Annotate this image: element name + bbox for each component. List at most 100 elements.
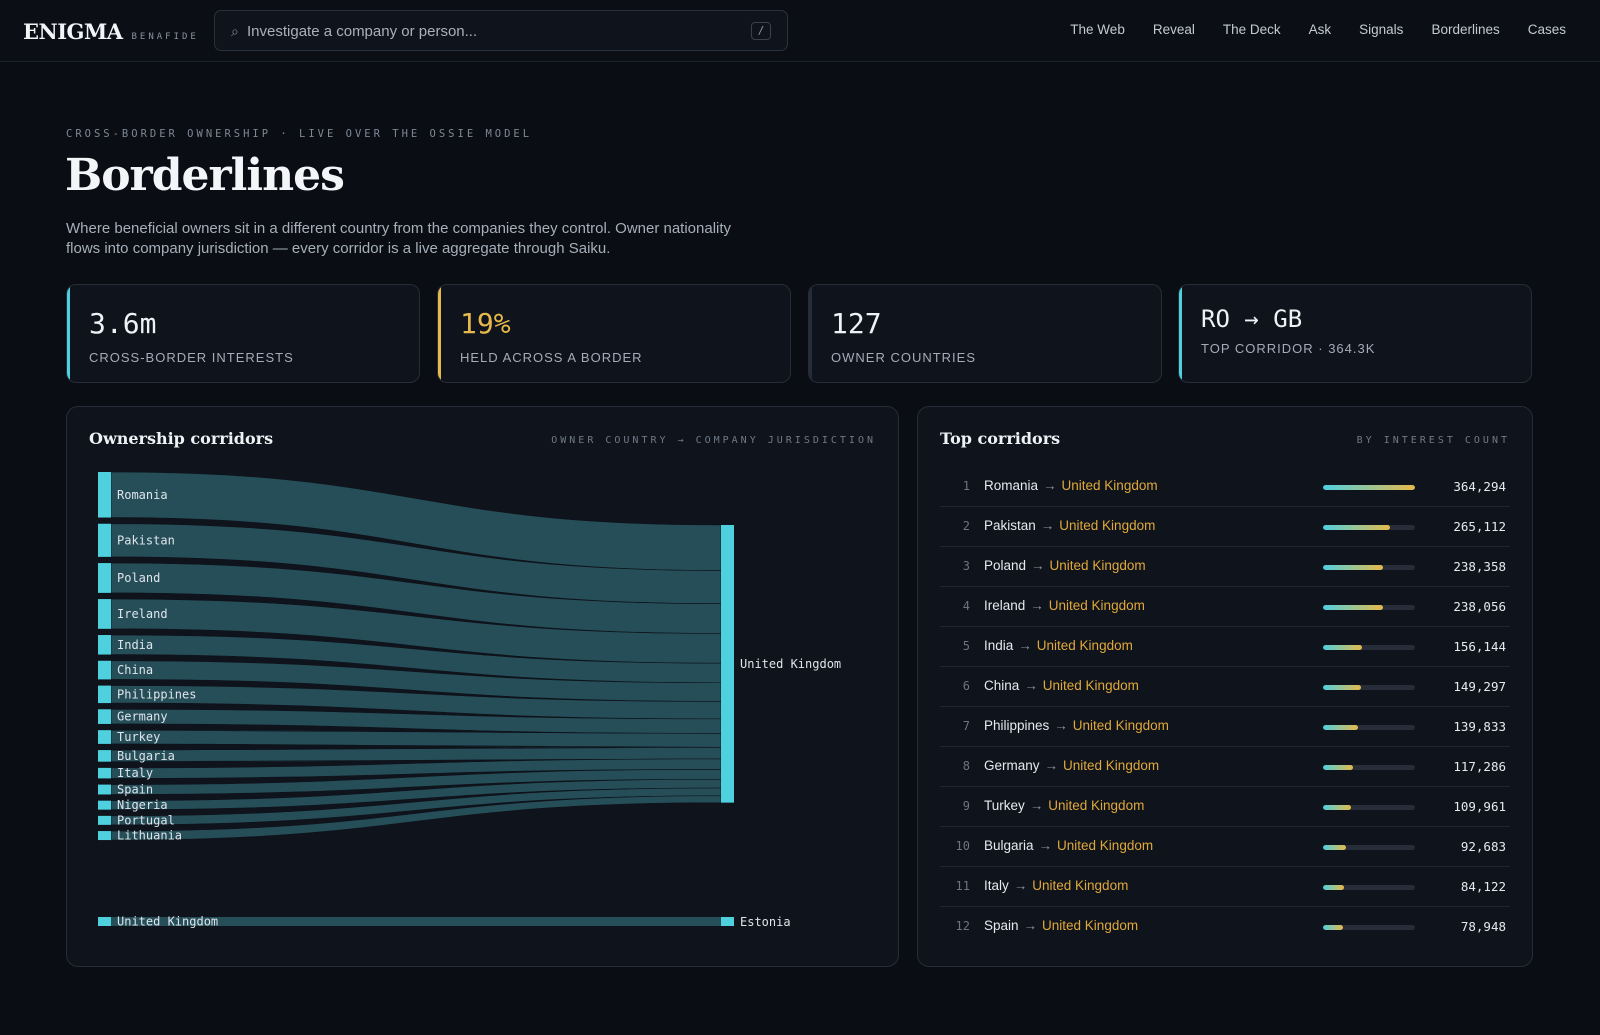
sankey-source-label: Romania [117,488,168,502]
corridor-count: 265,112 [1453,519,1506,534]
corridor-bar-fill [1323,765,1353,770]
sankey-source-node[interactable] [98,523,111,557]
corridor-to: United Kingdom [1042,918,1139,933]
page-eyebrow: CROSS-BORDER OWNERSHIP · LIVE OVER THE O… [66,128,533,140]
corridor-row[interactable]: 10 Bulgaria → United Kingdom 92,683 [940,827,1510,867]
corridor-row[interactable]: 9 Turkey → United Kingdom 109,961 [940,787,1510,827]
sankey-source-label: Lithuania [117,829,182,843]
nav-reveal[interactable]: Reveal [1153,22,1195,37]
corridor-from: Philippines [984,718,1050,733]
corridor-bar-track [1323,645,1415,650]
sankey-target-node[interactable] [721,525,734,803]
main-nav: The Web Reveal The Deck Ask Signals Bord… [1070,22,1566,37]
corridor-from: Pakistan [984,518,1036,533]
nav-cases[interactable]: Cases [1528,22,1566,37]
sankey-source-label: Turkey [117,730,160,744]
sankey-source-node[interactable] [98,730,111,744]
search-box[interactable]: ⌕ / [214,10,788,51]
stat-label: CROSS-BORDER INTERESTS [89,350,294,365]
corridor-to: United Kingdom [1072,718,1169,733]
corridor-bar-fill [1323,485,1415,490]
sankey-source-label: Bulgaria [117,749,175,763]
sankey-source-node[interactable] [98,767,111,779]
corridor-row[interactable]: 7 Philippines → United Kingdom 139,833 [940,707,1510,747]
corridor-count: 92,683 [1460,839,1506,854]
stat-value: 127 [831,307,882,340]
corridor-bar-track [1323,925,1415,930]
stat-label: OWNER COUNTRIES [831,350,976,365]
sankey-source-label: Poland [117,571,160,585]
sankey-source-node[interactable] [98,815,111,825]
sankey-source-node[interactable] [98,800,111,810]
corridor-from: Italy [984,878,1009,893]
corridor-label: Bulgaria → United Kingdom [984,838,1153,853]
sankey-source-label: India [117,638,153,652]
corridor-bar-track [1323,525,1415,530]
corridor-rank: 3 [962,559,970,573]
sankey-source-node[interactable] [98,750,111,762]
corridor-from: Ireland [984,598,1026,613]
search-input[interactable] [247,19,727,43]
sankey-target-node[interactable] [721,917,734,926]
corridor-row[interactable]: 11 Italy → United Kingdom 84,122 [940,867,1510,907]
corridor-count: 238,358 [1453,559,1506,574]
brand-logo[interactable]: ENIGMA BENAFIDE [23,19,199,44]
sankey-links [110,471,722,926]
sankey-source-node[interactable] [98,831,111,841]
corridor-rank: 2 [962,519,970,533]
nav-ask[interactable]: Ask [1309,22,1332,37]
corridor-row[interactable]: 2 Pakistan → United Kingdom 265,112 [940,507,1510,547]
corridor-row[interactable]: 1 Romania → United Kingdom 364,294 [940,467,1510,507]
panel-subtitle: BY INTEREST COUNT [1356,435,1510,446]
corridor-count: 149,297 [1453,679,1506,694]
top-bar: ENIGMA BENAFIDE ⌕ / The Web Reveal The D… [0,0,1600,62]
corridor-row[interactable]: 3 Poland → United Kingdom 238,358 [940,547,1510,587]
corridor-bar-track [1323,885,1415,890]
corridor-row[interactable]: 8 Germany → United Kingdom 117,286 [940,747,1510,787]
corridor-label: Turkey → United Kingdom [984,798,1144,813]
sankey-source-node[interactable] [98,917,111,926]
nav-the-deck[interactable]: The Deck [1223,22,1281,37]
search-shortcut-key: / [751,22,771,40]
corridor-count: 84,122 [1460,879,1506,894]
corridor-rank: 1 [962,479,970,493]
sankey-chart[interactable]: Romania Pakistan Poland Ireland India China Ph… [67,407,900,968]
brand-subtitle: BENAFIDE [131,32,199,42]
sankey-source-node[interactable] [98,660,111,680]
corridor-row[interactable]: 4 Ireland → United Kingdom 238,056 [940,587,1510,627]
page-title: Borderlines [65,150,345,201]
sankey-source-node[interactable] [98,635,111,655]
corridor-bar-track [1323,565,1415,570]
arrow-right-icon: → [1054,718,1068,733]
corridor-bar-fill [1323,725,1359,730]
corridor-from: Germany [984,758,1040,773]
sankey-source-node[interactable] [98,784,111,795]
corridor-rank: 12 [955,919,970,933]
corridor-to: United Kingdom [1063,758,1160,773]
sankey-source-node[interactable] [98,685,111,704]
corridor-bar-fill [1323,805,1351,810]
corridor-row[interactable]: 12 Spain → United Kingdom 78,948 [940,907,1510,947]
arrow-right-icon: → [1030,598,1044,613]
nav-the-web[interactable]: The Web [1070,22,1125,37]
corridor-to: United Kingdom [1049,558,1146,573]
corridor-count: 117,286 [1453,759,1506,774]
sankey-source-label: Portugal [117,813,175,827]
page-description: Where beneficial owners sit in a differe… [66,220,732,257]
corridor-count: 109,961 [1453,799,1506,814]
arrow-right-icon: → [1029,798,1044,813]
sankey-source-node[interactable] [98,563,111,593]
sankey-source-node[interactable] [98,709,111,724]
corridor-to: United Kingdom [1061,478,1158,493]
arrow-right-icon: → [1043,478,1057,493]
corridor-row[interactable]: 5 India → United Kingdom 156,144 [940,627,1510,667]
corridor-bar-fill [1323,525,1390,530]
stat-label: HELD ACROSS A BORDER [460,350,643,365]
sankey-source-node[interactable] [98,472,111,518]
corridor-count: 238,056 [1453,599,1506,614]
nav-borderlines[interactable]: Borderlines [1431,22,1499,37]
corridor-label: Ireland → United Kingdom [984,598,1145,613]
sankey-source-node[interactable] [98,599,111,629]
corridor-row[interactable]: 6 China → United Kingdom 149,297 [940,667,1510,707]
nav-signals[interactable]: Signals [1359,22,1403,37]
